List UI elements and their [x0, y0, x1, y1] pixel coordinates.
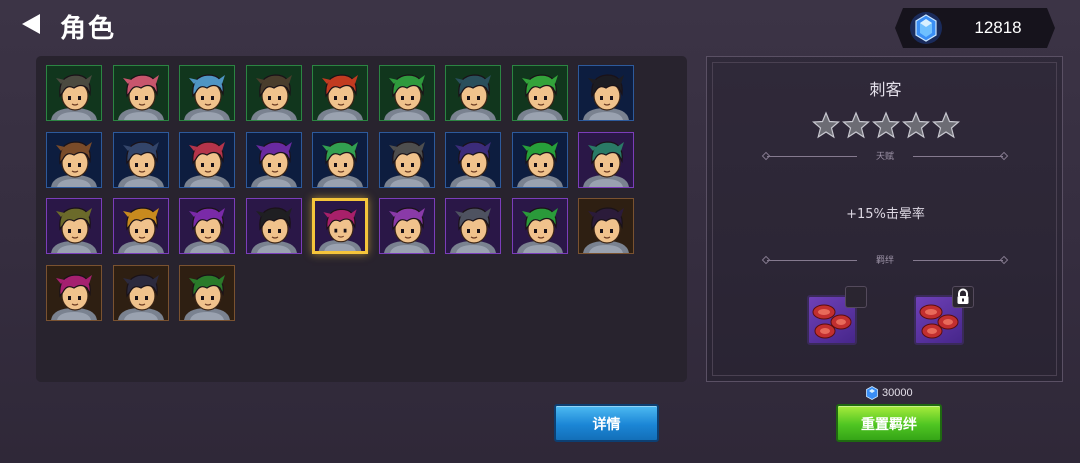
character-tile[interactable] [379, 198, 435, 254]
currency-amount: 12818 [974, 18, 1022, 37]
bond-heading: 羁绊 [875, 256, 894, 266]
character-portrait-icon [118, 207, 164, 253]
character-portrait-icon [51, 74, 97, 120]
character-tile[interactable] [578, 198, 634, 254]
character-portrait-icon [517, 141, 563, 187]
character-class-name: 刺客 [869, 80, 902, 99]
character-tile[interactable] [179, 265, 235, 321]
character-tile[interactable] [113, 65, 169, 121]
character-tile[interactable] [445, 132, 501, 188]
character-portrait-icon [184, 141, 230, 187]
character-grid [36, 56, 687, 382]
character-tile[interactable] [379, 132, 435, 188]
character-portrait-icon [517, 74, 563, 120]
character-portrait-icon [318, 208, 362, 251]
reset-cost-amount: 30000 [882, 387, 913, 399]
details-button[interactable]: 详情 [554, 404, 659, 442]
back-arrow-icon [22, 14, 40, 34]
star-icon [932, 111, 960, 139]
character-portrait-icon [184, 207, 230, 253]
character-portrait-icon [51, 141, 97, 187]
character-tile[interactable] [46, 265, 102, 321]
gem-icon [909, 11, 943, 45]
talent-description: +15%击晕率 [846, 207, 925, 222]
character-portrait-icon [384, 207, 430, 253]
character-tile[interactable] [46, 65, 102, 121]
character-tile[interactable] [179, 132, 235, 188]
character-portrait-icon [118, 141, 164, 187]
character-tile[interactable] [512, 132, 568, 188]
bond-divider: 羁绊 [761, 255, 1009, 267]
character-portrait-icon [51, 207, 97, 253]
character-portrait-icon [450, 141, 496, 187]
reset-bond-button[interactable]: 重置羁绊 [836, 404, 942, 442]
character-tile[interactable] [445, 198, 501, 254]
character-tile[interactable] [46, 132, 102, 188]
empty-slot-icon [845, 286, 867, 308]
character-portrait-icon [517, 207, 563, 253]
character-portrait-icon [317, 74, 363, 120]
character-tile[interactable] [312, 65, 368, 121]
character-tile[interactable] [312, 132, 368, 188]
character-portrait-icon [384, 141, 430, 187]
character-portrait-icon [118, 274, 164, 320]
character-portrait-icon [118, 74, 164, 120]
character-tile[interactable] [578, 132, 634, 188]
character-tile-selected[interactable] [312, 198, 368, 254]
star-icon [902, 111, 930, 139]
character-detail-panel: 刺客 天赋 +15%击晕率 羁绊 [706, 56, 1063, 382]
character-tile[interactable] [113, 132, 169, 188]
character-tile[interactable] [179, 65, 235, 121]
gem-icon [866, 386, 878, 400]
character-tile[interactable] [246, 65, 302, 121]
character-portrait-icon [384, 74, 430, 120]
character-portrait-icon [251, 141, 297, 187]
star-icon [872, 111, 900, 139]
character-portrait-icon [583, 141, 629, 187]
character-tile[interactable] [113, 265, 169, 321]
back-button[interactable] [20, 12, 42, 36]
character-portrait-icon [51, 274, 97, 320]
page-title: 角色 [60, 14, 117, 44]
character-portrait-icon [251, 74, 297, 120]
character-portrait-icon [317, 141, 363, 187]
character-portrait-icon [450, 74, 496, 120]
character-tile[interactable] [46, 198, 102, 254]
star-icon [842, 111, 870, 139]
character-portrait-icon [450, 207, 496, 253]
character-tile[interactable] [379, 65, 435, 121]
character-portrait-icon [583, 207, 629, 253]
character-tile[interactable] [512, 198, 568, 254]
character-portrait-icon [583, 74, 629, 120]
talent-heading: 天赋 [875, 152, 894, 162]
character-tile[interactable] [445, 65, 501, 121]
reset-cost: 30000 [866, 385, 913, 401]
character-tile[interactable] [246, 132, 302, 188]
character-tile[interactable] [578, 65, 634, 121]
character-tile[interactable] [246, 198, 302, 254]
character-tile[interactable] [113, 198, 169, 254]
character-portrait-icon [184, 274, 230, 320]
character-tile[interactable] [512, 65, 568, 121]
character-portrait-icon [184, 74, 230, 120]
talent-divider: 天赋 [761, 151, 1009, 163]
currency-display: 12818 [895, 8, 1055, 48]
lock-icon [952, 286, 974, 308]
character-portrait-icon [251, 207, 297, 253]
star-rating [812, 111, 962, 139]
character-tile[interactable] [179, 198, 235, 254]
star-icon [812, 111, 840, 139]
